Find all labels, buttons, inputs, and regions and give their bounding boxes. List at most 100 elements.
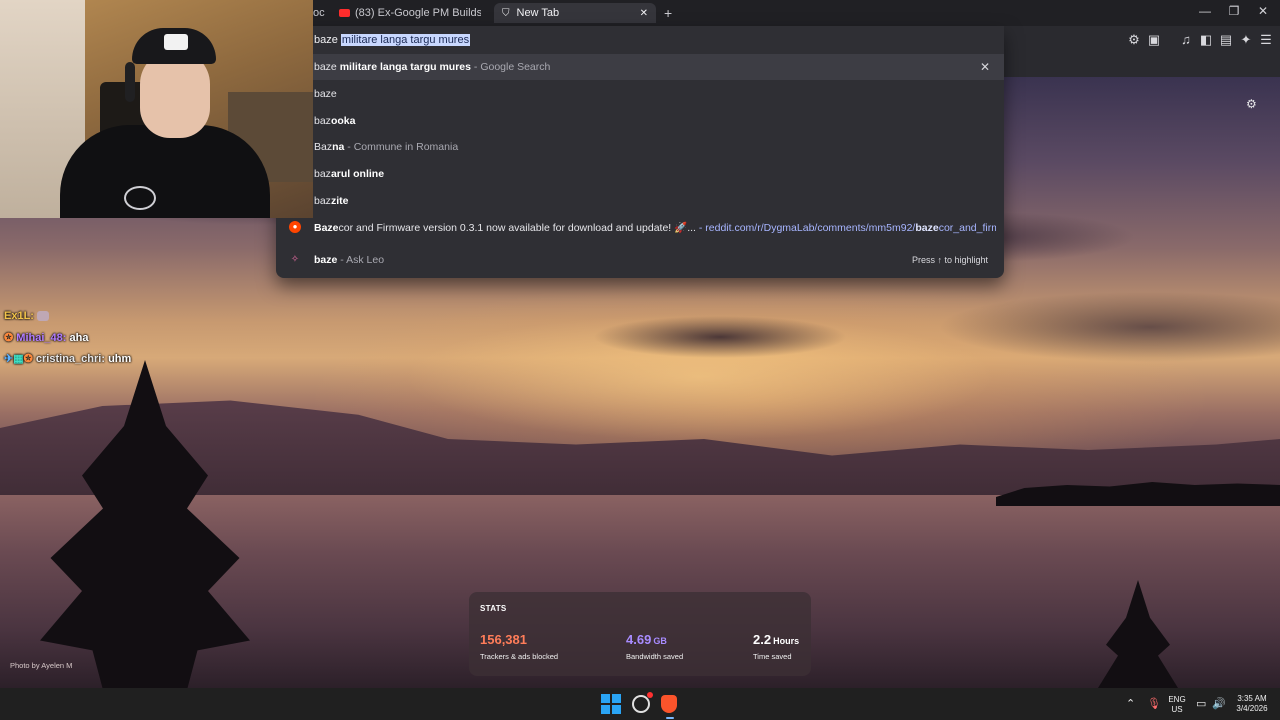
suggestion-item[interactable]: baze [276,81,1004,107]
stat-time: 2.2 Hours Time saved [753,631,799,661]
region-code: US [1171,705,1183,714]
wallet-icon[interactable]: ▣ [1146,33,1162,47]
volume-icon[interactable]: 🔊 [1212,697,1226,710]
clock-date: 3/4/2026 [1236,704,1268,713]
suggestion-suffix: - Google Search [470,61,551,73]
shirt-logo [124,186,156,210]
stat-label: Time saved [753,652,792,661]
stats-widget: STATS 156,381 Trackers & ads blocked 4.6… [469,592,811,676]
suggestion-item[interactable]: bazooka [276,108,1004,134]
menu-icon[interactable]: ☰ [1258,33,1274,47]
suggestion-item[interactable]: bazarul online [276,161,1004,187]
suggestion-reddit[interactable]: ● Bazecor and Firmware version 0.3.1 now… [276,214,1004,240]
close-tab-icon[interactable]: ✕ [640,8,648,19]
chat-text: uhm [108,353,132,365]
chat-username: Mihai_48: [16,332,67,344]
leo-ai-icon[interactable]: ✦ [1238,33,1254,47]
stats-heading: STATS [480,604,507,613]
clock[interactable]: 3:35 AM 3/4/2026 [1226,694,1278,714]
show-hidden-icons[interactable]: ⌃ [1126,697,1135,710]
chat-message: ✈▦✪ cristina_chri: uhm [4,352,131,365]
microphone-icon[interactable]: 🎙 [1147,697,1161,710]
stat-trackers: 156,381 Trackers & ads blocked [480,631,558,661]
clock-time: 3:35 AM [1237,694,1267,703]
omnibox-input[interactable]: baze militare langa targu mures [314,34,471,46]
stat-unit: GB [653,636,667,646]
minimize-button[interactable]: — [1195,4,1215,18]
media-icon[interactable]: ♫ [1178,33,1194,47]
suggestion-google-search[interactable]: baze militare langa targu mures - Google… [276,54,1004,80]
suggestion-bold: na [332,141,345,153]
tab-youtube[interactable]: (83) Ex-Google PM Builds God's Eye [336,3,486,23]
badge-icon: ✪ [4,332,14,344]
suggestion-text: Baz [314,141,333,153]
webcam-overlay [0,0,313,218]
emote-icon [37,311,50,322]
chat-username: Ex1L: [4,310,34,322]
webcam-person-body [60,125,270,218]
brave-browser-icon[interactable] [661,695,677,713]
stat-value: 4.69 [626,632,652,647]
reddit-icon: ● [289,221,301,233]
suggestion-url-bold: baze [915,221,939,234]
suggestion-suffix: - Ask Leo [337,254,385,266]
suggestion-text: baz [314,195,331,207]
omnibox-autocomplete-selection: militare langa targu mures [340,34,471,46]
suggestion-bold: Baze [314,221,339,234]
suggestion-bold: militare langa targu mures [339,61,471,73]
brave-shield-icon: ⛉ [502,7,510,19]
language-indicator[interactable]: ENG US [1166,695,1188,715]
active-app-indicator [666,717,674,719]
stat-bandwidth: 4.69 GB Bandwidth saved [626,631,683,661]
tab-title: oc [313,7,325,19]
windows-start-icon[interactable] [601,694,621,714]
new-tab-button[interactable]: + [664,3,676,23]
windows-taskbar [0,688,1280,720]
stat-value: 2.2 [753,632,772,647]
suggestion-text: baz [314,168,331,180]
network-icon[interactable]: ▭ [1196,697,1206,710]
suggestion-text: baz [314,115,331,127]
suggestion-bold: baze [314,254,338,266]
suggestion-item[interactable]: Bazna - Commune in Romania [276,134,1004,160]
headphones [125,62,135,102]
suggestion-text: baze [314,61,340,73]
suggestion-bold: zite [330,195,349,207]
suggestion-url: - reddit.com/r/DygmaLab/comments/mm5m92/ [695,221,916,234]
maximize-button[interactable]: ❐ [1224,4,1244,18]
tab-new-tab[interactable]: ⛉ New Tab ✕ [494,3,656,23]
keyboard-hint: Press ↑ to highlight [911,255,988,265]
suggestion-ask-leo[interactable]: ✧ baze - Ask Leo Press ↑ to highlight [276,247,1004,273]
chat-text: aha [69,332,89,344]
suggestion-text: cor and Firmware version 0.3.1 now avail… [338,221,696,234]
suggestion-item[interactable]: bazzite [276,188,1004,214]
remove-suggestion-icon[interactable]: ✕ [980,60,990,74]
leo-icon: ✧ [290,254,300,265]
chat-username: cristina_chri: [35,353,105,365]
badge-icon: ✈ [4,353,14,365]
tab-partial[interactable]: oc [313,3,333,23]
close-window-button[interactable]: ✕ [1253,4,1273,18]
youtube-icon [339,9,350,17]
extensions-icon[interactable]: ⚙ [1126,33,1142,47]
suggestion-suffix: - Commune in Romania [344,141,459,153]
omnibox-dropdown: baze militare langa targu mures baze mil… [276,26,1004,278]
photo-credit[interactable]: Photo by Ayelen M [10,661,72,670]
crypto-wallet-icon[interactable]: ▤ [1218,33,1234,47]
cap-logo [164,34,188,50]
suggestion-bold: arul online [330,168,385,180]
suggestion-bold: ooka [330,115,356,127]
obs-studio-icon[interactable] [632,692,653,713]
tab-title: (83) Ex-Google PM Builds God's Eye [355,7,481,19]
badge-icon: ▦ [13,353,24,365]
stat-label: Trackers & ads blocked [480,652,559,661]
chat-message: ✪ Mihai_48: aha [4,331,88,344]
chat-message: Ex1L: [4,310,50,322]
badge-icon: ✪ [23,353,33,365]
tab-title: New Tab [516,7,560,19]
stat-value: 156,381 [480,632,527,647]
stat-unit: Hours [773,636,800,646]
customize-gear-icon[interactable]: ⚙ [1246,97,1257,111]
sidebar-icon[interactable]: ◧ [1198,33,1214,47]
suggestion-url-suffix: cor_and_firmware_version_0... [938,221,996,234]
